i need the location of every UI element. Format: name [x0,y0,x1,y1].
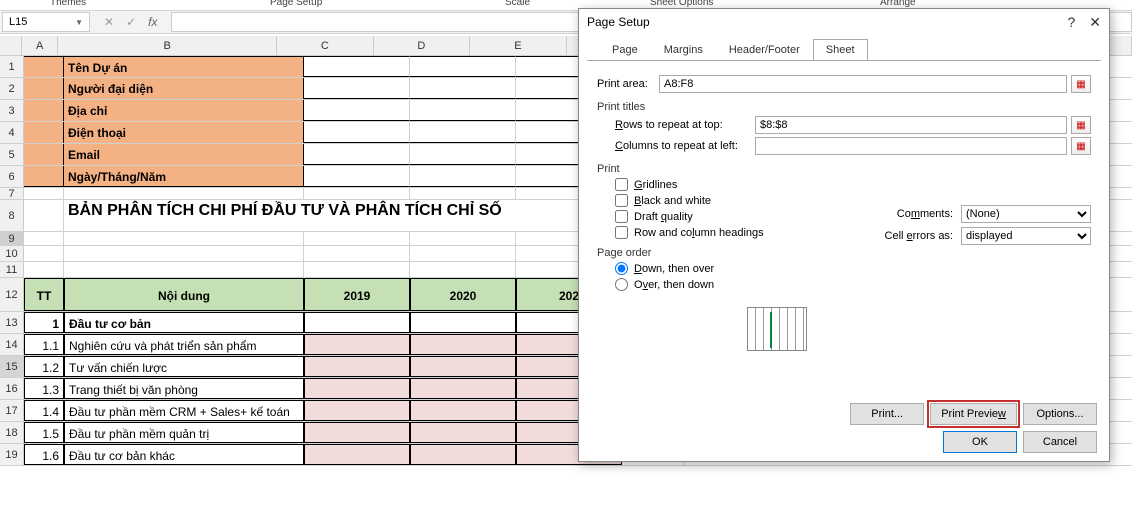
options-button[interactable]: Options... [1023,403,1097,425]
row-header[interactable]: 2 [0,78,24,99]
cancel-button[interactable]: Cancel [1023,431,1097,453]
print-preview-button[interactable]: Print Preview [930,403,1017,425]
row-header[interactable]: 4 [0,122,24,143]
ok-button[interactable]: OK [943,431,1017,453]
cell[interactable]: Ngày/Tháng/Năm [64,166,304,187]
cell-errors-label: Cell errors as: [885,230,953,242]
name-box-dropdown-icon[interactable]: ▼ [75,18,83,27]
name-box[interactable]: L15 ▼ [2,12,90,32]
cols-repeat-label: Columns to repeat at left: [615,140,755,152]
cell[interactable]: Tư vấn chiến lược [64,356,304,377]
comments-select[interactable]: (None) [961,205,1091,223]
row-header[interactable]: 19 [0,444,24,465]
collapse-dialog-icon[interactable] [1071,137,1091,155]
over-then-down-radio[interactable]: Over, then down [615,278,1091,291]
cell[interactable]: 1 [24,312,64,333]
collapse-dialog-icon[interactable] [1071,116,1091,134]
row-header[interactable]: 15 [0,356,24,377]
rows-repeat-input[interactable] [755,116,1067,134]
print-area-input[interactable] [659,75,1067,93]
col-header[interactable]: D [374,36,471,55]
cell[interactable]: Nghiên cứu và phát triển sản phẩm [64,334,304,355]
cell[interactable]: 1.2 [24,356,64,377]
title-cell[interactable]: BẢN PHÂN TÍCH CHI PHÍ ĐẦU TƯ VÀ PHÂN TÍC… [64,200,622,231]
dialog-titlebar: Page Setup ? ✕ [579,9,1109,35]
rows-repeat-label: Rows to repeat at top: [615,119,755,131]
cols-repeat-input[interactable] [755,137,1067,155]
cell[interactable]: Tên Dự án [64,56,304,77]
page-order-preview-icon [747,307,807,351]
header-cell[interactable]: 2019 [304,278,410,311]
help-icon[interactable]: ? [1067,14,1075,31]
row-header[interactable]: 11 [0,262,24,277]
print-group-label: Print [597,163,1091,175]
row-header[interactable]: 13 [0,312,24,333]
row-header[interactable]: 17 [0,400,24,421]
tab-sheet[interactable]: Sheet [813,39,868,61]
cell[interactable]: 1.1 [24,334,64,355]
fx-icon[interactable]: fx [148,15,157,29]
cancel-icon[interactable]: ✕ [104,15,114,29]
header-cell[interactable]: 2020 [410,278,516,311]
row-header[interactable]: 18 [0,422,24,443]
col-header[interactable]: E [470,36,567,55]
close-icon[interactable]: ✕ [1089,14,1101,31]
col-header[interactable]: C [277,36,374,55]
cell[interactable]: Email [64,144,304,165]
print-titles-label: Print titles [597,101,1091,113]
cell-errors-select[interactable]: displayed [961,227,1091,245]
row-header[interactable]: 16 [0,378,24,399]
comments-label: Comments: [897,208,953,220]
row-header[interactable]: 1 [0,56,24,77]
formula-controls: ✕ ✓ fx [90,15,171,29]
tab-sheet-body: Print area: Print titles Rows to repeat … [587,60,1101,390]
cell[interactable]: Địa chỉ [64,100,304,121]
row-header[interactable]: 9 [0,232,24,245]
down-then-over-radio[interactable]: Down, then over [615,262,1091,275]
row-header[interactable]: 7 [0,188,24,199]
tab-page[interactable]: Page [599,39,651,61]
row-header[interactable]: 6 [0,166,24,187]
cell[interactable]: 1.3 [24,378,64,399]
row-header[interactable]: 3 [0,100,24,121]
page-setup-dialog: Page Setup ? ✕ Page Margins Header/Foote… [578,8,1110,462]
dialog-title: Page Setup [587,15,650,29]
cell[interactable]: 1.6 [24,444,64,465]
header-cell[interactable]: Nội dung [64,278,304,311]
collapse-dialog-icon[interactable] [1071,75,1091,93]
row-header[interactable]: 10 [0,246,24,261]
cell[interactable]: Người đại diện [64,78,304,99]
cell[interactable]: Đầu tư cơ bản [64,312,304,333]
row-header[interactable]: 8 [0,200,24,231]
dialog-tabs: Page Margins Header/Footer Sheet [599,39,1101,61]
cell[interactable]: 1.4 [24,400,64,421]
row-header[interactable]: 14 [0,334,24,355]
tab-header-footer[interactable]: Header/Footer [716,39,813,61]
enter-icon[interactable]: ✓ [126,15,136,29]
col-header[interactable]: B [58,36,277,55]
gridlines-checkbox[interactable]: Gridlines [615,178,1091,191]
cell[interactable]: Đầu tư cơ bản khác [64,444,304,465]
cell[interactable]: 1.5 [24,422,64,443]
cell[interactable]: Trang thiết bị văn phòng [64,378,304,399]
cell[interactable]: Đầu tư phần mềm CRM + Sales+ kế toán [64,400,304,421]
row-header[interactable]: 5 [0,144,24,165]
cell[interactable]: Đầu tư phần mềm quản trị [64,422,304,443]
row-header[interactable]: 12 [0,278,24,311]
name-box-value: L15 [9,16,27,28]
col-header[interactable]: A [22,36,59,55]
print-button[interactable]: Print... [850,403,924,425]
print-area-label: Print area: [597,78,659,90]
header-cell[interactable]: TT [24,278,64,311]
tab-margins[interactable]: Margins [651,39,716,61]
cell[interactable]: Điện thoại [64,122,304,143]
select-all-corner[interactable] [0,36,22,55]
